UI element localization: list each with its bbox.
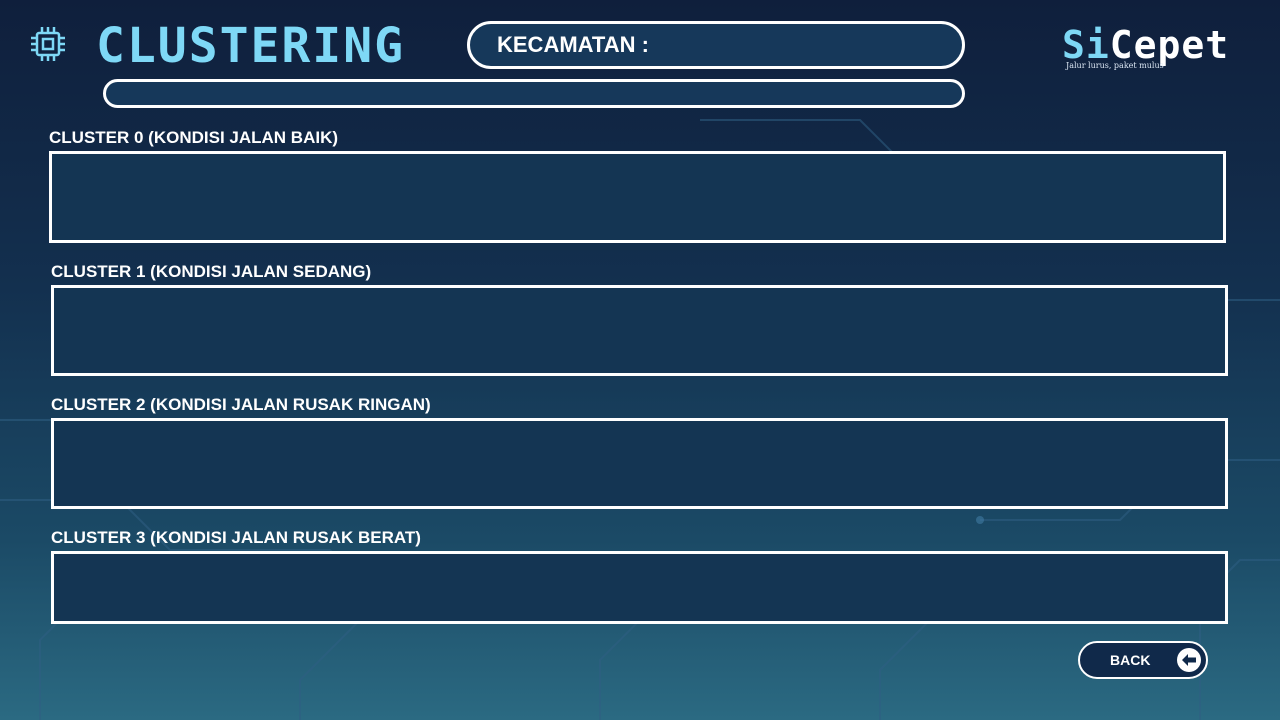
cluster-2-box: [51, 418, 1228, 509]
back-button-label: BACK: [1110, 652, 1151, 668]
cluster-3-label: CLUSTER 3 (KONDISI JALAN RUSAK BERAT): [51, 528, 421, 547]
logo-tagline: Jalur lurus, paket mulus: [1066, 61, 1164, 70]
back-button[interactable]: BACK: [1078, 641, 1208, 679]
kecamatan-label: KECAMATAN :: [497, 32, 649, 57]
sicepet-logo: SiCepet Jalur lurus, paket mulus: [1062, 24, 1252, 74]
arrow-left-circle-icon: [1177, 648, 1201, 672]
chip-icon: [31, 27, 65, 61]
cluster-0-label: CLUSTER 0 (KONDISI JALAN BAIK): [49, 128, 339, 147]
kecamatan-field: KECAMATAN :: [467, 21, 965, 69]
logo-wordmark: SiCepet: [1062, 24, 1252, 66]
cluster-1-label: CLUSTER 1 (KONDISI JALAN SEDANG): [51, 262, 372, 281]
cluster-2-label: CLUSTER 2 (KONDISI JALAN RUSAK RINGAN): [51, 395, 431, 414]
cluster-0-box: [49, 151, 1226, 243]
cluster-1-box: [51, 285, 1228, 376]
kecamatan-info-bar: [103, 79, 965, 108]
cluster-3-box: [51, 551, 1228, 624]
page-title: CLUSTERING: [96, 18, 405, 74]
